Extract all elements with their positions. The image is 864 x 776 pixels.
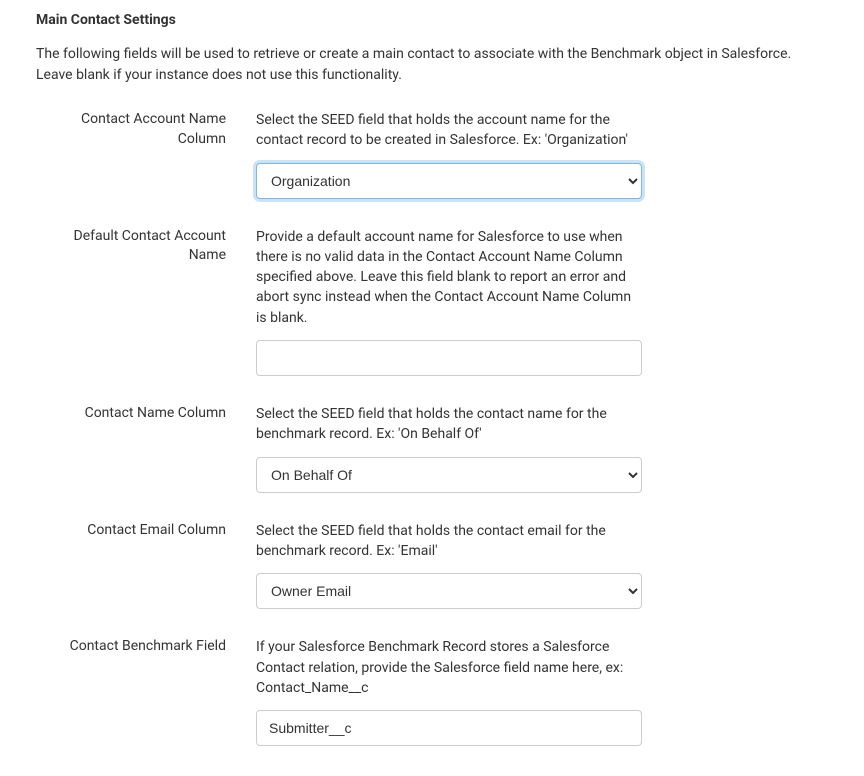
help-contact-benchmark-field: If your Salesforce Benchmark Record stor…: [256, 637, 642, 698]
select-contact-email-column[interactable]: Owner Email: [256, 573, 642, 609]
select-contact-account-name-column[interactable]: Organization: [256, 163, 642, 199]
label-contact-name-column: Contact Name Column: [36, 404, 256, 424]
row-contact-account-name-column: Contact Account Name Column Select the S…: [36, 110, 828, 199]
row-contact-email-column: Contact Email Column Select the SEED fie…: [36, 521, 828, 610]
help-contact-account-name-column: Select the SEED field that holds the acc…: [256, 110, 642, 151]
help-contact-name-column: Select the SEED field that holds the con…: [256, 404, 642, 445]
section-description: The following fields will be used to ret…: [36, 44, 828, 86]
label-contact-email-column: Contact Email Column: [36, 521, 256, 541]
section-title: Main Contact Settings: [36, 12, 828, 28]
help-default-contact-account-name: Provide a default account name for Sales…: [256, 227, 642, 328]
help-contact-email-column: Select the SEED field that holds the con…: [256, 521, 642, 562]
select-contact-name-column[interactable]: On Behalf Of: [256, 457, 642, 493]
label-default-contact-account-name: Default Contact Account Name: [36, 227, 256, 266]
input-contact-benchmark-field[interactable]: [256, 710, 642, 746]
label-contact-benchmark-field: Contact Benchmark Field: [36, 637, 256, 657]
row-default-contact-account-name: Default Contact Account Name Provide a d…: [36, 227, 828, 376]
input-default-contact-account-name[interactable]: [256, 340, 642, 376]
label-contact-account-name-column: Contact Account Name Column: [36, 110, 256, 149]
row-contact-benchmark-field: Contact Benchmark Field If your Salesfor…: [36, 637, 828, 746]
row-contact-name-column: Contact Name Column Select the SEED fiel…: [36, 404, 828, 493]
